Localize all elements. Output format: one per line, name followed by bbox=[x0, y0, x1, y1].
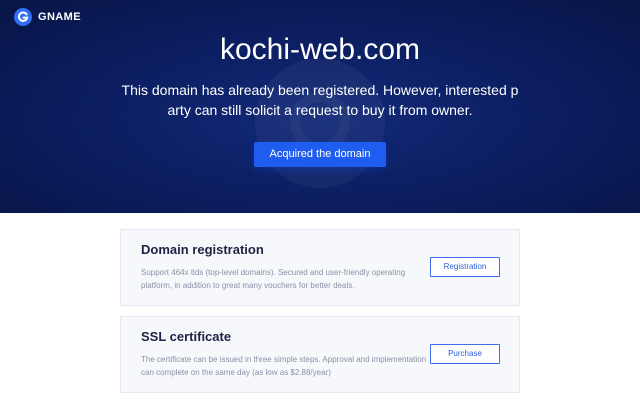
gname-logo-icon bbox=[14, 8, 32, 26]
hero-message: This domain has already been registered.… bbox=[121, 82, 519, 118]
card-title: SSL certificate bbox=[141, 329, 232, 344]
card-title: Domain registration bbox=[141, 242, 264, 257]
brand-logo[interactable]: GNAME bbox=[14, 8, 81, 26]
card-description: Support 464x tlds (top-level domains). S… bbox=[141, 268, 406, 290]
hero-banner: GNAME kochi-web.com This domain has alre… bbox=[0, 0, 640, 213]
registration-button[interactable]: Registration bbox=[430, 257, 500, 277]
service-card-ssl-certificate: SSL certificate The certificate can be i… bbox=[120, 316, 520, 393]
card-description: The certificate can be issued in three s… bbox=[141, 355, 427, 377]
brand-name: GNAME bbox=[38, 11, 81, 23]
acquire-domain-button[interactable]: Acquired the domain bbox=[254, 142, 386, 167]
purchase-button[interactable]: Purchase bbox=[430, 344, 500, 364]
service-card-domain-registration: Domain registration Support 464x tlds (t… bbox=[120, 229, 520, 306]
domain-title: kochi-web.com bbox=[219, 33, 421, 66]
